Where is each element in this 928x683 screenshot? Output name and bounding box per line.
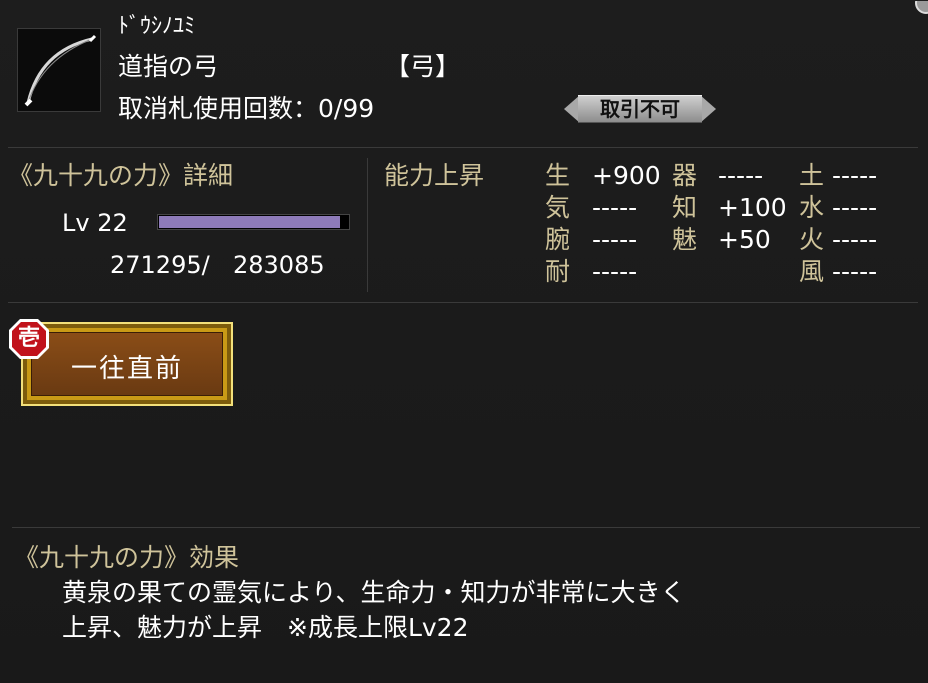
item-icon-frame — [17, 28, 101, 112]
level-label: Lv 22 — [62, 209, 128, 237]
stat-key: 魅 — [672, 225, 698, 254]
divider — [8, 147, 918, 148]
stat-key: 耐 — [545, 257, 571, 286]
bow-icon — [24, 34, 97, 107]
skill-button[interactable]: 一往直前 — [21, 322, 233, 406]
stat-key: 風 — [799, 257, 825, 286]
item-detail-panel: ﾄﾞｳｼﾉﾕﾐ 道指の弓 【弓】 取消札使用回数：0/99 取引不可 《九十九の… — [0, 0, 928, 683]
stat-value: +50 — [718, 225, 771, 254]
cancel-count-row: 取消札使用回数：0/99 — [118, 94, 374, 124]
stat-key: 生 — [545, 161, 571, 190]
exp-bar-fill — [159, 216, 340, 228]
exp-values: 271295/ 283085 — [110, 250, 325, 280]
effect-line-2: 上昇、魅力が上昇 ※成長上限Lv22 — [62, 613, 469, 642]
cancel-count: 0/99 — [318, 94, 375, 123]
item-name: 道指の弓 — [118, 52, 219, 81]
rank-badge-label: 壱 — [17, 326, 40, 351]
cancel-separator: ： — [293, 94, 319, 123]
divider-vertical — [367, 158, 368, 292]
exp-max: 283085 — [232, 251, 325, 279]
effect-line-1: 黄泉の果ての霊気により、生命力・知力が非常に大きく — [62, 578, 686, 607]
skill-label: 一往直前 — [70, 354, 183, 384]
stat-key: 腕 — [545, 225, 571, 254]
stat-value: +100 — [718, 193, 787, 222]
item-category: 【弓】 — [385, 52, 461, 81]
divider — [8, 302, 918, 303]
stat-key: 水 — [799, 193, 825, 222]
stat-key: 土 — [799, 161, 825, 190]
stat-key: 知 — [672, 193, 698, 222]
stat-value: ----- — [592, 193, 638, 222]
stat-value: ----- — [592, 225, 638, 254]
trade-status-badge: 取引不可 — [564, 95, 716, 123]
stat-value: ----- — [832, 257, 878, 286]
power-detail-title: 《九十九の力》詳細 — [8, 161, 234, 190]
stat-value: ----- — [832, 225, 878, 254]
stat-value: ----- — [832, 161, 878, 190]
stat-value: ----- — [718, 161, 764, 190]
cancel-label: 取消札使用回数 — [118, 94, 294, 123]
exp-bar — [157, 214, 350, 230]
stat-value: +900 — [592, 161, 661, 190]
effect-title: 《九十九の力》効果 — [14, 543, 240, 572]
exp-current: 271295/ — [110, 251, 210, 279]
item-reading: ﾄﾞｳｼﾉﾕﾐ — [118, 14, 196, 39]
stat-key: 気 — [545, 193, 571, 222]
divider — [12, 527, 920, 528]
stat-value: ----- — [592, 257, 638, 286]
stat-key: 火 — [799, 225, 825, 254]
rank-badge: 壱 — [8, 318, 50, 360]
trade-status-label: 取引不可 — [600, 97, 680, 121]
stat-value: ----- — [832, 193, 878, 222]
stats-header: 能力上昇 — [384, 161, 485, 190]
stat-key: 器 — [672, 161, 698, 190]
corner-close-icon[interactable] — [912, 0, 928, 14]
level-value: 22 — [97, 209, 128, 237]
